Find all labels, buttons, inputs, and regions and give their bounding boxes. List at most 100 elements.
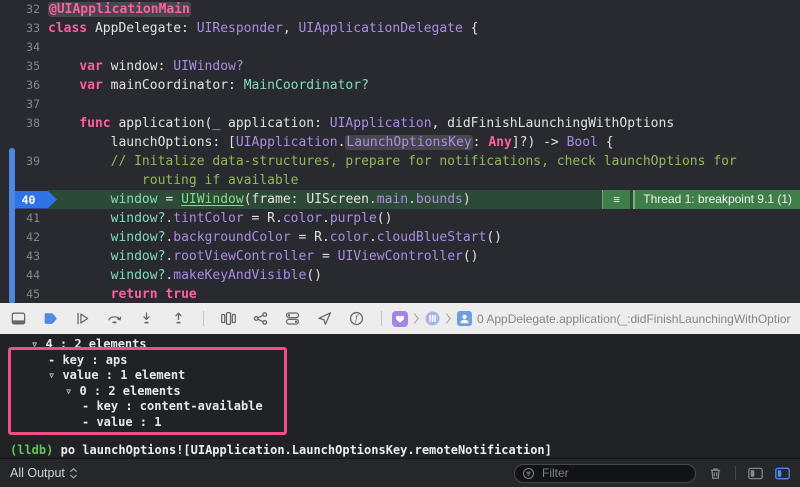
line-number[interactable]: 36 [26,76,40,95]
step-over-icon [106,310,123,327]
step-into-button[interactable] [137,309,156,328]
line-number-gutter[interactable]: 36 [0,76,48,95]
line-number-gutter[interactable]: 32 [0,0,48,19]
line-number[interactable]: 42 [26,228,40,247]
code-text: window?.rootViewController = UIViewContr… [48,247,800,266]
code-text: @UIApplicationMain [48,0,800,19]
thread-badge-label: Thread 1: breakpoint 9.1 (1) [633,190,800,209]
line-number-gutter[interactable]: 44 [0,266,48,285]
code-text: window?.backgroundColor = R.color.cloudB… [48,228,800,247]
hide-debug-area-button[interactable] [9,309,28,328]
toolbar-divider [381,311,382,326]
circle-f-button[interactable]: f [347,309,366,328]
code-line-37: 37 [0,95,800,114]
code-line-42: 42 window?.backgroundColor = R.color.clo… [0,228,800,247]
line-number-gutter[interactable]: 39 [0,152,48,171]
code-line-40: 40 window = UIWindow(frame: UIScreen.mai… [0,190,800,209]
lldb-command-text: po launchOptions![UIApplication.LaunchOp… [61,443,552,457]
line-number-gutter[interactable] [0,133,48,152]
breakpoints-toggle-button[interactable] [41,309,60,328]
line-number-gutter[interactable]: 37 [0,95,48,114]
filter-input[interactable] [540,465,688,481]
line-number[interactable]: 39 [26,152,40,171]
debug-toolbar-buttons: f [9,309,384,328]
line-number[interactable]: 34 [26,38,40,57]
code-line-44: 44 window?.makeKeyAndVisible() [0,266,800,285]
line-number-gutter[interactable]: 45 [0,285,48,303]
console-filter-field[interactable] [514,464,696,483]
updown-chevrons-icon [69,468,78,479]
debug-console[interactable]: ▿ 4 : 2 elements- key : aps▿ value : 1 e… [0,334,800,458]
line-number-gutter[interactable]: 33 [0,19,48,38]
line-number[interactable]: 43 [26,247,40,266]
line-number[interactable]: 33 [26,19,40,38]
code-line-41: 41 window?.tintColor = R.color.purple() [0,209,800,228]
breakpoint-gutter[interactable]: 40 [0,190,48,209]
code-text [48,38,800,57]
app-icon[interactable] [392,311,408,327]
line-number[interactable]: 38 [26,114,40,133]
code-line-32: 32 @UIApplicationMain [0,0,800,19]
memory-graph-icon [252,310,269,327]
line-number[interactable]: 41 [26,209,40,228]
environment-overrides-button[interactable] [283,309,302,328]
thread-breakpoint-badge[interactable]: ≡Thread 1: breakpoint 9.1 (1) [602,190,800,209]
show-variables-view-button[interactable] [748,467,763,480]
xcode-debug-window: 32 @UIApplicationMain 33 class AppDelegate:… [0,0,800,487]
step-over-button[interactable] [105,309,124,328]
code-line-35: 35 var window: UIWindow? [0,57,800,76]
stack-frame-label[interactable]: 0 AppDelegate.application(_:didFinishLau… [477,312,791,326]
chevron-right-icon [413,312,420,325]
right-pane-icon-active [775,467,790,480]
stack-frame-icon[interactable] [457,311,472,326]
variable-row: ▿ 4 : 2 elements [0,337,800,353]
code-line-33: 33 class AppDelegate: UIResponder, UIAppl… [0,19,800,38]
view-hierarchy-icon [220,310,237,327]
view-hierarchy-button[interactable] [219,309,238,328]
debug-breadcrumb[interactable]: 0 AppDelegate.application(_:didFinishLau… [392,311,791,327]
thread-icon[interactable] [425,311,440,326]
output-scope-label: All Output [10,466,65,480]
code-line-wrap: routing if available [0,171,800,190]
line-number-gutter[interactable]: 35 [0,57,48,76]
line-number[interactable]: 44 [26,266,40,285]
console-bottom-bar: All Output [0,458,800,487]
step-out-button[interactable] [169,309,188,328]
bottom-bar-divider [735,466,736,480]
continue-icon [74,310,91,327]
code-text [48,95,800,114]
line-number[interactable]: 32 [26,0,40,19]
code-line-36: 36 var mainCoordinator: MainCoordinator? [0,76,800,95]
code-text: return true [48,285,800,303]
line-number[interactable]: 37 [26,95,40,114]
code-line-45: 45 return true [0,285,800,303]
environment-overrides-icon [284,310,301,327]
code-text: class AppDelegate: UIResponder, UIApplic… [48,19,800,38]
lldb-command-line[interactable]: (lldb) po launchOptions![UIApplication.L… [0,443,800,458]
line-number-gutter[interactable]: 34 [0,38,48,57]
code-text: launchOptions: [UIApplication.LaunchOpti… [48,133,800,152]
output-scope-selector[interactable]: All Output [10,466,78,480]
hide-debug-area-icon [10,310,27,327]
memory-graph-button[interactable] [251,309,270,328]
lldb-command [53,443,60,457]
code-line-38: 38 func application(_ application: UIApp… [0,114,800,133]
source-change-bar [9,148,15,303]
breakpoint-arrow[interactable]: 40 [10,191,57,209]
code-editor[interactable]: 32 @UIApplicationMain 33 class AppDelegate:… [0,0,800,303]
line-number-gutter[interactable]: 42 [0,228,48,247]
filter-icon [522,467,535,480]
continue-button[interactable] [73,309,92,328]
clear-console-button[interactable] [708,466,723,481]
line-number-gutter[interactable] [0,171,48,190]
simulate-location-button[interactable] [315,309,334,328]
line-number-gutter[interactable]: 38 [0,114,48,133]
code-text: var mainCoordinator: MainCoordinator? [48,76,800,95]
line-number[interactable]: 45 [26,285,40,303]
line-number-gutter[interactable]: 43 [0,247,48,266]
show-console-view-button[interactable] [775,467,790,480]
code-text: // Initalize data-structures, prepare fo… [48,152,800,171]
line-number[interactable]: 35 [26,57,40,76]
line-number-gutter[interactable]: 41 [0,209,48,228]
variable-row: - key : aps [0,353,800,369]
